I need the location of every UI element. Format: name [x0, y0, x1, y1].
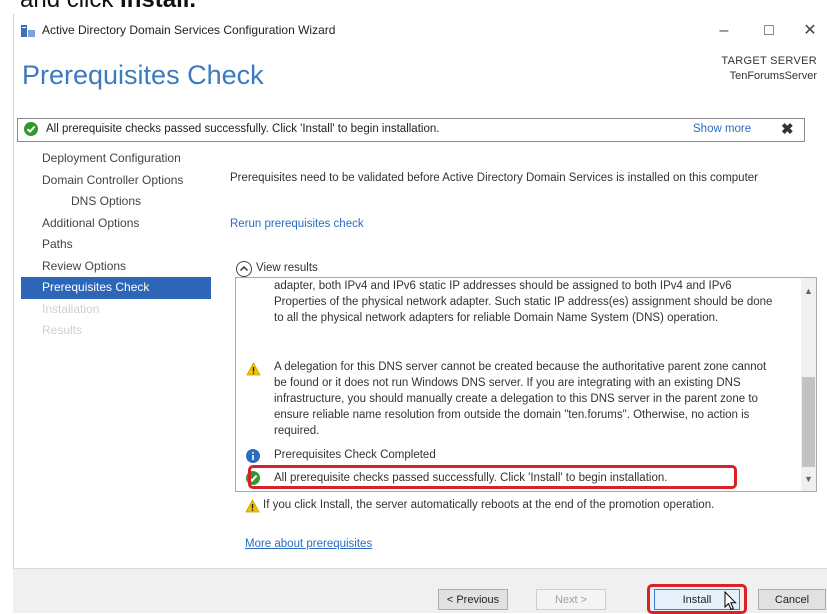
title-bar: Active Directory Domain Services Configu…: [14, 14, 827, 48]
caption-prefix: and click: [20, 0, 120, 13]
server-manager-icon: [21, 25, 35, 37]
mouse-cursor-icon: [724, 591, 737, 611]
success-check-icon: [24, 122, 38, 136]
warning-icon: [245, 499, 260, 513]
wizard-navigation: Deployment Configuration Domain Controll…: [21, 148, 211, 342]
banner-close-icon[interactable]: ✖: [781, 120, 794, 138]
banner-message: All prerequisite checks passed successfu…: [46, 123, 440, 135]
intro-text: Prerequisites need to be validated befor…: [230, 172, 758, 184]
minimize-button[interactable]: –: [704, 18, 744, 44]
wizard-footer: < Previous Next > Install Cancel: [13, 568, 827, 614]
info-icon: [246, 449, 260, 463]
target-server-name: TenForumsServer: [729, 70, 817, 82]
previous-button[interactable]: < Previous: [438, 589, 508, 610]
target-server-info: TARGET SERVER TenForumsServer: [721, 54, 817, 84]
maximize-button[interactable]: □: [749, 18, 789, 44]
warning-icon: [246, 362, 261, 376]
cancel-button[interactable]: Cancel: [758, 589, 826, 610]
show-more-link[interactable]: Show more: [693, 123, 751, 135]
highlight-annotation-success: [248, 465, 737, 489]
result-text-dns-delegation: A delegation for this DNS server cannot …: [274, 361, 767, 437]
nav-item-domain-controller-options[interactable]: Domain Controller Options: [21, 170, 211, 192]
results-panel[interactable]: adapter, both IPv4 and IPv6 static IP ad…: [235, 277, 817, 492]
next-button: Next >: [536, 589, 606, 610]
reboot-warning-text: If you click Install, the server automat…: [263, 499, 715, 511]
reboot-warning: If you click Install, the server automat…: [245, 499, 714, 518]
nav-item-deployment-configuration[interactable]: Deployment Configuration: [21, 148, 211, 170]
nav-item-results: Results: [42, 323, 83, 337]
nav-item-dns-options[interactable]: DNS Options: [21, 191, 211, 213]
status-banner: All prerequisite checks passed successfu…: [17, 118, 805, 142]
nav-item-additional-options[interactable]: Additional Options: [21, 213, 211, 235]
tutorial-caption: and click Install.: [0, 0, 827, 14]
window-title: Active Directory Domain Services Configu…: [42, 23, 336, 37]
nav-item-paths[interactable]: Paths: [21, 234, 211, 256]
collapse-icon[interactable]: [236, 261, 252, 277]
target-server-label: TARGET SERVER: [721, 55, 817, 67]
view-results-label: View results: [256, 262, 318, 274]
main-content: Prerequisites need to be validated befor…: [230, 170, 800, 230]
more-about-prerequisites-link[interactable]: More about prerequisites: [245, 538, 372, 550]
nav-item-prerequisites-check[interactable]: Prerequisites Check: [21, 277, 211, 299]
scroll-down-icon[interactable]: ▼: [804, 474, 813, 484]
result-text-adapter: adapter, both IPv4 and IPv6 static IP ad…: [274, 280, 773, 324]
close-button[interactable]: ✕: [790, 18, 827, 44]
scroll-thumb[interactable]: [802, 377, 815, 467]
rerun-prerequisites-link[interactable]: Rerun prerequisites check: [230, 218, 364, 230]
page-title: Prerequisites Check: [22, 60, 264, 90]
caption-emphasis: Install.: [120, 0, 196, 13]
results-scrollbar[interactable]: ▲ ▼: [801, 278, 816, 491]
nav-item-installation: Installation: [42, 301, 100, 316]
result-text-check-completed: Prerequisites Check Completed: [274, 449, 436, 461]
nav-item-review-options[interactable]: Review Options: [21, 256, 211, 278]
scroll-up-icon[interactable]: ▲: [804, 286, 813, 296]
